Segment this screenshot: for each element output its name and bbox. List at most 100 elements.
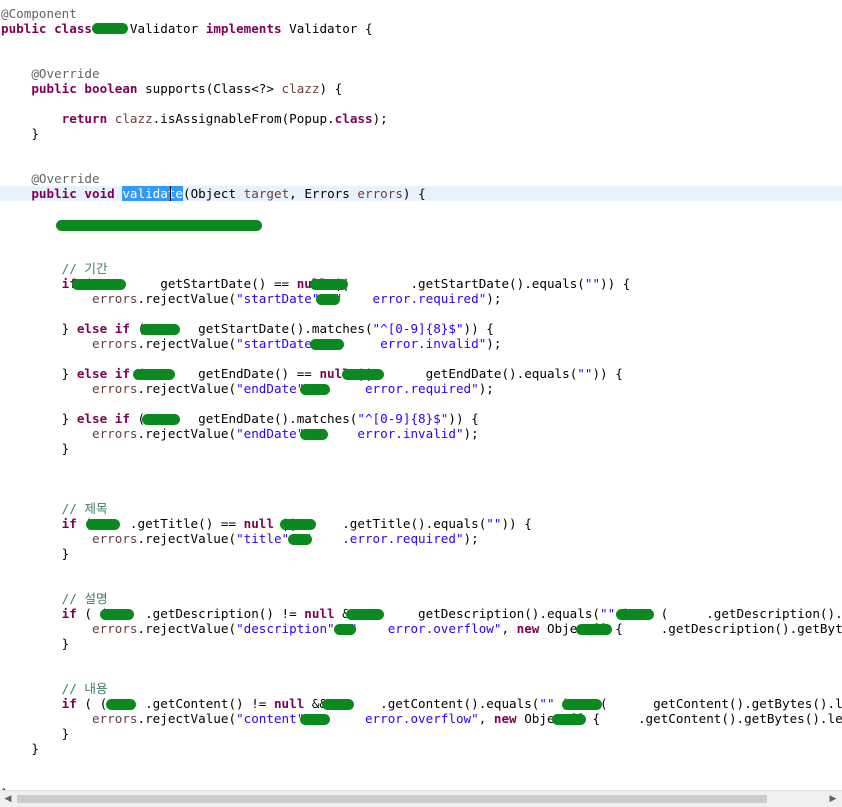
code-token: "endDate"	[236, 426, 305, 441]
redaction-mark	[300, 429, 328, 440]
code-line: }	[1, 126, 39, 141]
code-token: );	[478, 381, 494, 396]
code-line: // 설명	[1, 591, 108, 606]
code-token: "startDate"	[236, 291, 320, 306]
code-token: }	[1, 546, 70, 561]
code-line: // 제목	[1, 501, 108, 516]
code-line: return clazz.isAssignableFrom(Popup.clas…	[1, 111, 388, 126]
redaction-mark	[616, 609, 654, 620]
code-token: // 기간	[1, 261, 108, 276]
code-token: ""	[600, 606, 616, 621]
code-token: " error.overflow"	[319, 711, 479, 726]
text-caret	[170, 186, 171, 201]
code-token: ,	[501, 621, 517, 636]
code-line: errors.rejectValue("description", " erro…	[1, 621, 842, 636]
code-token: errors	[1, 621, 138, 636]
code-token: .rejectValue(	[137, 711, 237, 726]
redaction-mark	[106, 699, 136, 710]
code-token: ) {	[319, 81, 343, 96]
code-line: errors.rejectValue("endDate", " error.re…	[1, 381, 494, 396]
redaction-mark	[552, 714, 586, 725]
code-token: "description"	[236, 621, 335, 636]
redaction-mark	[562, 699, 602, 710]
code-token: if	[1, 516, 77, 531]
redaction-mark	[100, 609, 134, 620]
code-line: @Override	[1, 171, 100, 186]
code-token: (Object	[183, 186, 244, 201]
code-token: supports(Class<?>	[137, 81, 282, 96]
code-token: ""	[539, 696, 555, 711]
redaction-mark	[133, 369, 175, 380]
code-token: )) {	[463, 321, 494, 336]
code-token: else if	[76, 321, 130, 336]
code-token: errors	[1, 336, 138, 351]
code-token: " .error.required"	[304, 531, 464, 546]
code-line: } else if (! getEndDate().matches("^[0-9…	[1, 411, 479, 426]
code-editor[interactable]: @Component public class Validator impleme…	[0, 0, 842, 790]
code-token: .rejectValue(	[137, 381, 237, 396]
redaction-mark	[280, 519, 316, 530]
redaction-mark	[92, 23, 128, 34]
code-token: class	[334, 111, 373, 126]
code-token: clazz	[114, 111, 153, 126]
code-line: if ( .getTitle() == null || .getTitle().…	[1, 516, 532, 531]
code-token: @Override	[1, 171, 100, 186]
code-token: , Errors	[289, 186, 358, 201]
code-line: // 기간	[1, 261, 108, 276]
code-line: }	[1, 741, 39, 756]
code-token: ) {	[402, 186, 426, 201]
code-line: @Component	[1, 6, 77, 21]
code-token: errors	[1, 531, 138, 546]
scroll-left-icon[interactable]: ◀	[1, 792, 15, 806]
redaction-mark	[342, 369, 384, 380]
code-line: public boolean supports(Class<?> clazz) …	[1, 81, 342, 96]
scrollbar-thumb[interactable]	[17, 795, 767, 803]
code-token: "^[0-9]{8}$"	[357, 411, 449, 426]
code-token: // 제목	[1, 501, 108, 516]
code-token: }	[1, 726, 70, 741]
redaction-mark	[310, 339, 344, 350]
code-line: public class Validator implements Valida…	[1, 21, 373, 36]
code-token: .rejectValue(	[137, 291, 237, 306]
code-token: }	[1, 366, 77, 381]
code-token: new	[516, 621, 540, 636]
code-token: ""	[577, 366, 593, 381]
code-token: )) {	[600, 276, 631, 291]
code-token: "^[0-9]{8}$"	[372, 321, 464, 336]
code-token: " error.invalid"	[334, 336, 487, 351]
code-token: errors	[1, 426, 138, 441]
code-line: errors.rejectValue("endDate", " error.in…	[1, 426, 479, 441]
code-token: clazz	[281, 81, 320, 96]
code-line: }	[1, 636, 70, 651]
redaction-mark	[334, 624, 356, 635]
code-token: null	[304, 606, 335, 621]
code-token: .rejectValue(	[137, 531, 237, 546]
code-token: .rejectValue(	[137, 621, 237, 636]
code-token: public boolean	[1, 81, 138, 96]
horizontal-scrollbar[interactable]: ◀ ▶	[0, 790, 842, 807]
code-token: " error.required"	[319, 381, 479, 396]
scroll-right-icon[interactable]: ▶	[826, 792, 840, 806]
code-line: } else if ( getEndDate() == null || getE…	[1, 366, 623, 381]
redaction-mark	[140, 324, 180, 335]
code-line: errors.rejectValue("startDate", " error.…	[1, 291, 501, 306]
redaction-mark	[300, 384, 330, 395]
code-token: "title"	[236, 531, 290, 546]
code-line: }	[1, 726, 70, 741]
code-token: Validator {	[281, 21, 373, 36]
code-token: null	[243, 516, 274, 531]
code-token: public void	[1, 186, 115, 201]
code-token: " error.invalid"	[319, 426, 464, 441]
code-token: @Component	[1, 6, 77, 21]
code-token: " error.required"	[334, 291, 487, 306]
code-token: }	[1, 411, 77, 426]
code-token: if	[1, 606, 77, 621]
redaction-mark	[56, 220, 262, 231]
code-token: .rejectValue(	[137, 336, 237, 351]
code-token: "content"	[236, 711, 305, 726]
code-token: " error.overflow"	[349, 621, 502, 636]
code-token: else if	[76, 366, 130, 381]
redaction-mark	[310, 279, 348, 290]
code-token: )) {	[448, 411, 479, 426]
